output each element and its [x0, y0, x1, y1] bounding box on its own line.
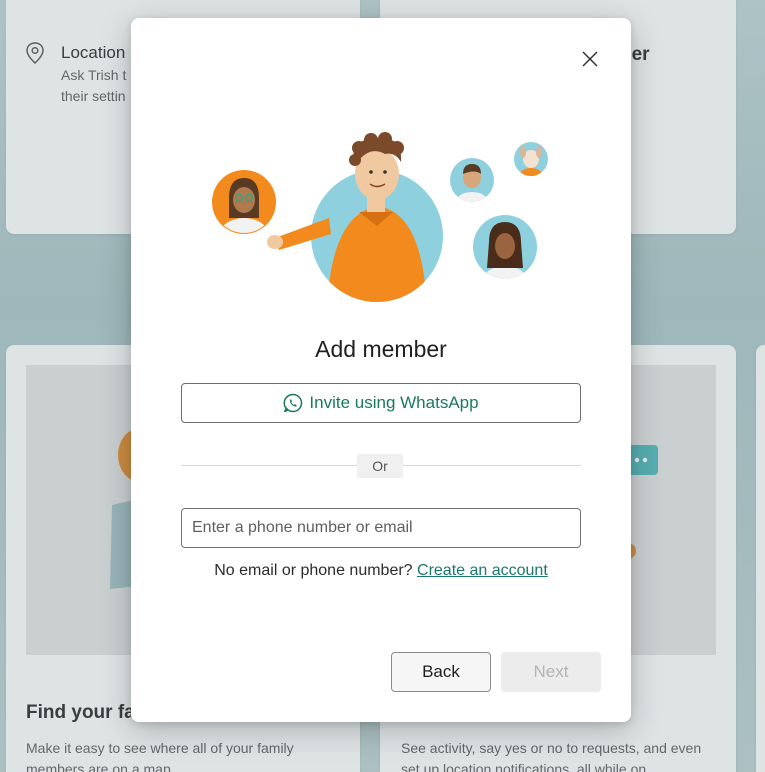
- invite-whatsapp-button[interactable]: Invite using WhatsApp: [181, 383, 581, 423]
- avatar-dog: [514, 142, 548, 176]
- no-account-row: No email or phone number? Create an acco…: [131, 562, 631, 580]
- dialog-title: Add member: [315, 336, 447, 362]
- avatar-man: [450, 158, 494, 202]
- no-account-text: No email or phone number?: [214, 562, 418, 579]
- or-label: Or: [357, 454, 403, 478]
- or-divider: Or: [181, 454, 581, 478]
- avatar-woman: [473, 215, 537, 279]
- create-account-link[interactable]: Create an account: [417, 562, 548, 579]
- close-icon: [582, 51, 598, 67]
- back-button[interactable]: Back: [391, 652, 491, 692]
- invite-whatsapp-label: Invite using WhatsApp: [309, 393, 479, 412]
- add-member-dialog: Add member Invite using WhatsApp Or No e…: [131, 18, 631, 722]
- family-illustration: [212, 132, 548, 302]
- main-person: [267, 132, 443, 302]
- avatar-woman-glasses: [212, 170, 276, 234]
- close-button[interactable]: [577, 46, 603, 72]
- whatsapp-icon: [283, 393, 303, 413]
- next-button[interactable]: Next: [501, 652, 601, 692]
- phone-or-email-input[interactable]: [181, 508, 581, 548]
